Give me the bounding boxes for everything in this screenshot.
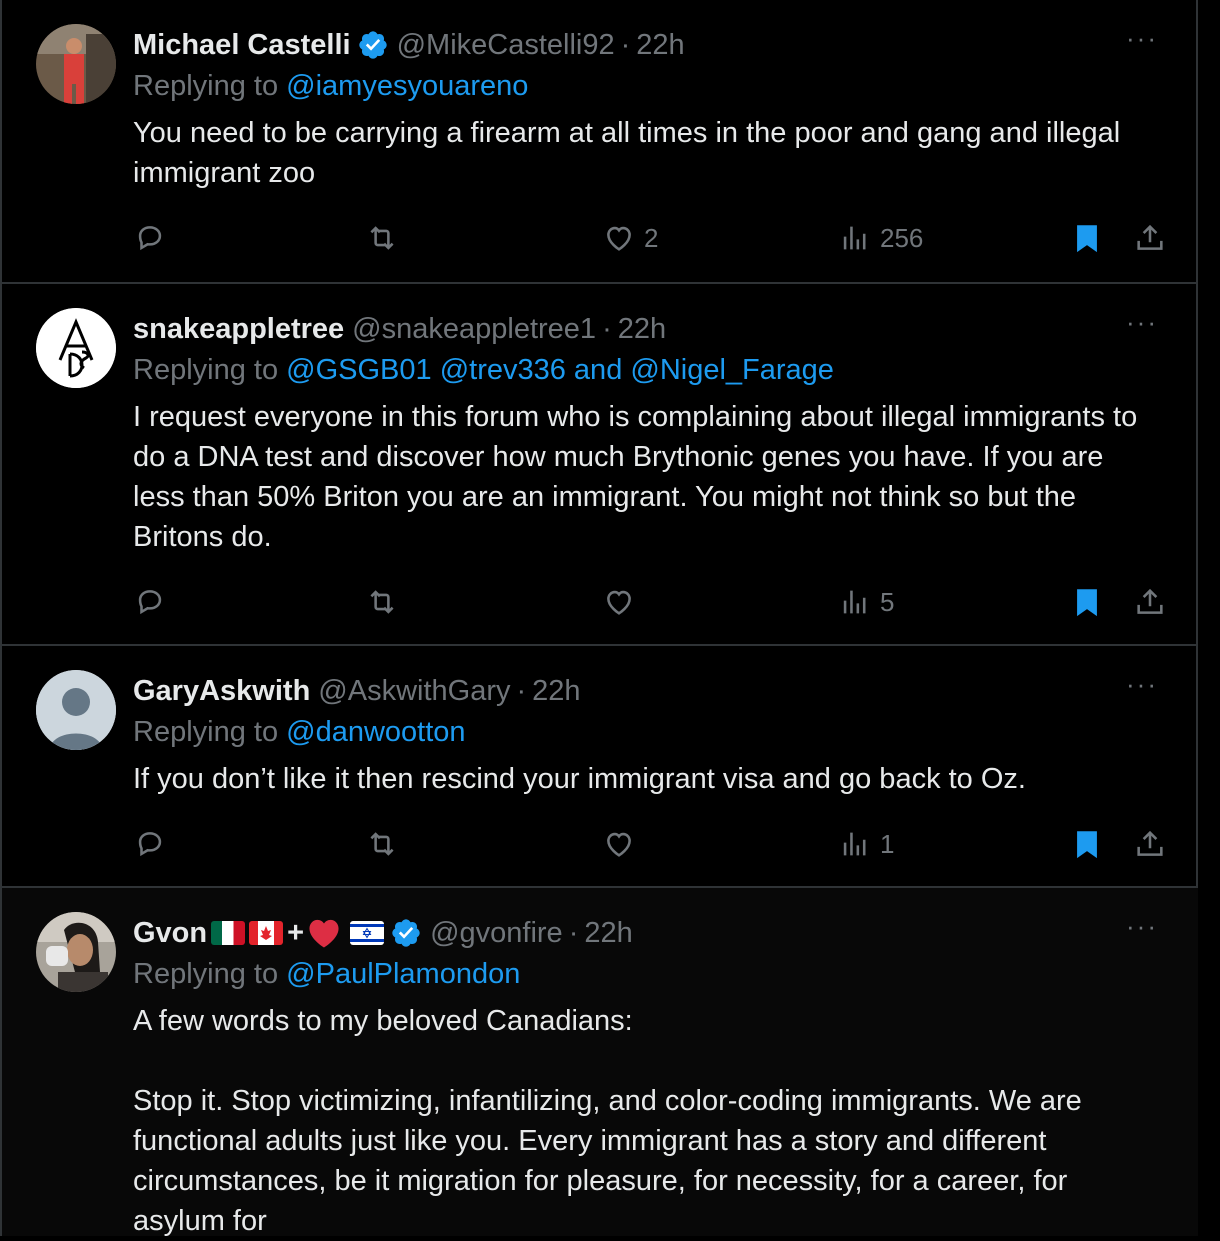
avatar[interactable] xyxy=(36,670,116,750)
tweet-header: Gvon + @gvonfire · 22h xyxy=(133,913,633,953)
replying-prefix: Replying to xyxy=(133,70,279,102)
like-button[interactable]: 2 xyxy=(602,216,658,260)
avatar[interactable] xyxy=(36,912,116,992)
israel-flag-icon xyxy=(350,921,385,945)
retweet-icon xyxy=(370,590,394,614)
replying-to-link[interactable]: @iamyesyouareno xyxy=(286,70,528,102)
views-icon xyxy=(843,226,866,250)
tweet[interactable]: Michael Castelli @MikeCastelli92 · 22h ·… xyxy=(2,0,1198,284)
replying-to-link[interactable]: @PaulPlamondon xyxy=(286,958,520,990)
action-bar: 2 256 xyxy=(2,216,1198,260)
share-button[interactable] xyxy=(1133,216,1167,260)
avatar[interactable] xyxy=(36,308,116,388)
retweet-icon xyxy=(370,832,394,856)
timeline: Michael Castelli @MikeCastelli92 · 22h ·… xyxy=(0,0,1198,1237)
reply-icon xyxy=(138,832,162,857)
tweet-header: GaryAskwith @AskwithGary · 22h xyxy=(133,671,581,711)
reply-icon xyxy=(138,226,162,251)
retweet-button[interactable] xyxy=(365,580,399,624)
handle[interactable]: @snakeappletree1 xyxy=(352,313,596,346)
share-icon xyxy=(1137,830,1163,856)
bookmark-icon xyxy=(1077,831,1097,859)
verified-icon xyxy=(358,31,387,59)
action-bar: 5 xyxy=(2,580,1198,624)
reply-icon xyxy=(138,590,162,615)
replying-to-link[interactable]: @GSGB01 @trev336 and @Nigel_Farage xyxy=(286,354,834,386)
tweet[interactable]: GaryAskwith @AskwithGary · 22h ··· Reply… xyxy=(2,646,1198,888)
bookmark-icon xyxy=(1077,225,1097,253)
canada-flag-icon xyxy=(249,921,284,945)
timestamp[interactable]: 22h xyxy=(636,29,684,62)
timestamp[interactable]: 22h xyxy=(584,917,632,950)
tweet[interactable]: Gvon + @gvonfire · 22h ··· Replying to @… xyxy=(2,888,1198,1237)
tweet-text: If you don’t like it then rescind your i… xyxy=(133,763,1026,795)
separator: · xyxy=(516,674,527,707)
share-icon xyxy=(1137,588,1163,614)
bookmark-button[interactable] xyxy=(1070,822,1104,866)
views-button[interactable]: 5 xyxy=(838,580,894,624)
views-count: 1 xyxy=(880,828,895,859)
handle[interactable]: @MikeCastelli92 xyxy=(397,29,615,62)
more-icon[interactable]: ··· xyxy=(1126,913,1158,939)
handle[interactable]: @gvonfire xyxy=(430,917,563,950)
replying-prefix: Replying to xyxy=(133,958,279,990)
heart-emoji-icon xyxy=(309,919,339,948)
views-icon xyxy=(843,832,866,856)
tweet-text: A few words to my beloved Canadians: Sto… xyxy=(133,1005,1082,1237)
tweet-text: You need to be carrying a firearm at all… xyxy=(133,117,1129,189)
action-bar: 1 xyxy=(2,822,1198,866)
display-name[interactable]: snakeappletree xyxy=(133,313,344,346)
reply-button[interactable] xyxy=(133,580,167,624)
replying-prefix: Replying to xyxy=(133,354,279,386)
reply-button[interactable] xyxy=(133,822,167,866)
bookmark-button[interactable] xyxy=(1070,580,1104,624)
more-icon[interactable]: ··· xyxy=(1126,25,1158,51)
views-count: 256 xyxy=(880,222,924,253)
tweet-header: snakeappletree @snakeappletree1 · 22h xyxy=(133,309,666,349)
separator: · xyxy=(602,312,612,345)
share-button[interactable] xyxy=(1133,580,1167,624)
like-icon xyxy=(607,590,631,615)
more-icon[interactable]: ··· xyxy=(1126,671,1158,697)
like-button[interactable] xyxy=(602,822,636,866)
retweet-icon xyxy=(370,226,394,250)
handle[interactable]: @AskwithGary xyxy=(318,675,510,708)
like-button[interactable] xyxy=(602,580,636,624)
mexico-flag-icon xyxy=(211,921,246,945)
replying-to: Replying to @danwootton xyxy=(133,716,466,749)
retweet-button[interactable] xyxy=(365,216,399,260)
separator: · xyxy=(620,28,631,61)
display-name[interactable]: Gvon xyxy=(133,917,207,950)
replying-to: Replying to @iamyesyouareno xyxy=(133,70,528,103)
views-count: 5 xyxy=(880,586,895,617)
tweet[interactable]: snakeappletree @snakeappletree1 · 22h ··… xyxy=(2,284,1198,646)
timestamp[interactable]: 22h xyxy=(618,313,666,346)
share-icon xyxy=(1137,224,1163,250)
bookmark-button[interactable] xyxy=(1070,216,1104,260)
tweet-text: I request everyone in this forum who is … xyxy=(133,401,1146,553)
timestamp[interactable]: 22h xyxy=(532,675,580,708)
retweet-button[interactable] xyxy=(365,822,399,866)
separator: · xyxy=(568,916,579,949)
share-button[interactable] xyxy=(1133,822,1167,866)
replying-to: Replying to @PaulPlamondon xyxy=(133,958,520,991)
name-plus: + xyxy=(287,916,305,949)
like-icon xyxy=(607,832,631,857)
like-icon xyxy=(607,226,631,251)
replying-to-link[interactable]: @danwootton xyxy=(286,716,465,748)
views-button[interactable]: 256 xyxy=(838,216,923,260)
like-count: 2 xyxy=(644,222,659,253)
more-icon[interactable]: ··· xyxy=(1126,309,1158,335)
replying-to: Replying to @GSGB01 @trev336 and @Nigel_… xyxy=(133,354,834,387)
display-name[interactable]: GaryAskwith xyxy=(133,675,310,708)
bookmark-icon xyxy=(1077,589,1097,617)
tweet-header: Michael Castelli @MikeCastelli92 · 22h xyxy=(133,25,685,65)
views-button[interactable]: 1 xyxy=(838,822,894,866)
replying-prefix: Replying to xyxy=(133,716,279,748)
avatar[interactable] xyxy=(36,24,116,104)
display-name[interactable]: Michael Castelli xyxy=(133,29,351,62)
reply-button[interactable] xyxy=(133,216,167,260)
views-icon xyxy=(843,590,866,614)
verified-icon xyxy=(392,919,420,947)
